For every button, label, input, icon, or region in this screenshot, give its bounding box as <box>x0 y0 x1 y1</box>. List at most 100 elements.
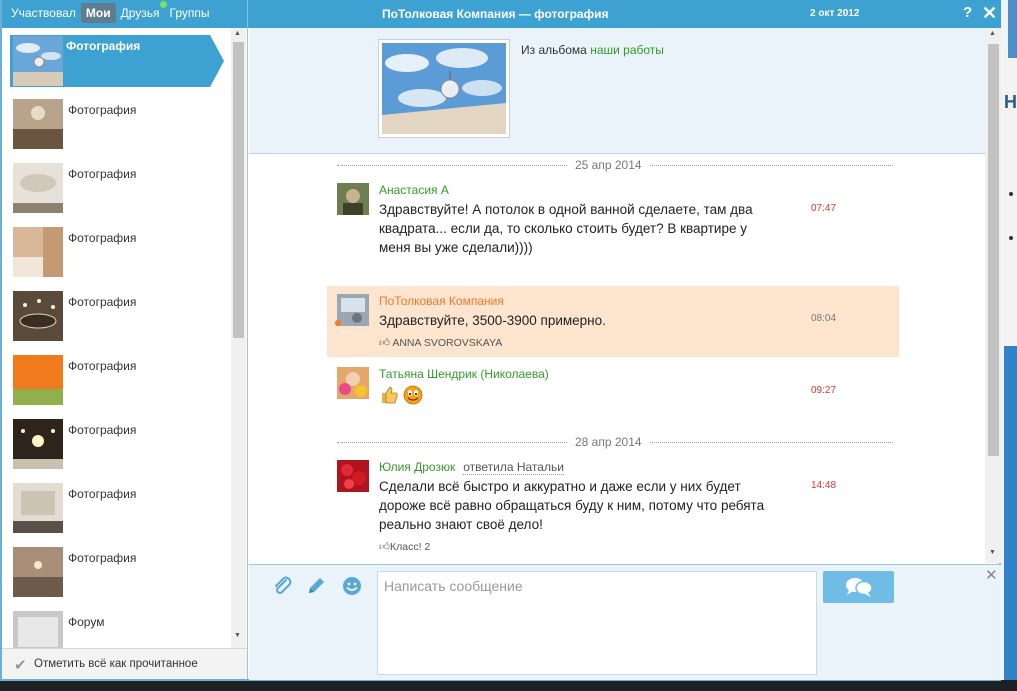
thumbnail <box>13 547 63 597</box>
scroll-down-icon[interactable]: ▼ <box>234 632 241 639</box>
tab-participated[interactable]: Участвовал <box>6 3 81 23</box>
reply-to-link[interactable]: ответила Натальи <box>463 460 564 475</box>
background-bottom <box>0 680 1017 691</box>
thumbnail <box>13 419 63 469</box>
message-time: 08:04 <box>811 313 837 324</box>
message-item: Татьяна Шендрик (Николаева) 09:27 <box>327 367 899 411</box>
tab-friends[interactable]: Друзья <box>116 1 167 23</box>
scroll-down-icon[interactable]: ▼ <box>989 549 996 556</box>
close-button[interactable]: ✕ <box>982 3 997 24</box>
message-item: Юлия Дрозюк ответила Натальи Сделали всё … <box>327 460 899 555</box>
message-author-meta: 👍︎ ANNA SVOROVSKAYA <box>379 336 502 349</box>
message-text: Здравствуйте, 3500-3900 примерно. <box>379 313 606 328</box>
conversation-pane: Из альбома наши работы 25 апр 2014 Анаст… <box>249 28 1001 563</box>
album-prefix: Из альбома <box>521 43 587 57</box>
list-scrollbar[interactable]: ▲ ▼ <box>231 28 246 648</box>
list-item-label: Фотография <box>68 551 137 565</box>
list-item[interactable]: Фотография <box>12 99 242 151</box>
thumbnail <box>13 355 63 405</box>
avatar[interactable] <box>337 367 369 399</box>
list-item[interactable]: Фотография <box>12 547 242 599</box>
list-item[interactable]: Фотография <box>12 419 242 471</box>
discussion-window: Участвовал Мои Друзья Группы ПоТолковая … <box>0 0 1001 681</box>
list-item[interactable]: Фотография <box>10 35 224 87</box>
scroll-thumb[interactable] <box>988 44 999 456</box>
mark-all-read-button[interactable]: ✔ Отметить всё как прочитанное <box>2 648 248 679</box>
message-text: Здравствуйте! А потолок в одной ванной с… <box>379 202 753 255</box>
list-item[interactable]: Фотография <box>12 355 242 407</box>
thumbnail <box>13 611 63 648</box>
scroll-up-icon[interactable]: ▲ <box>989 30 996 37</box>
conversation-scrollbar[interactable]: ▲ ▼ <box>985 28 1001 563</box>
album-header: Из альбома наши работы <box>249 28 986 154</box>
list-item[interactable]: Форум <box>12 611 242 648</box>
message-item: Анастасия А Здравствуйте! А потолок в од… <box>327 183 899 263</box>
date-label: 25 апр 2014 <box>567 158 650 172</box>
list-item[interactable]: Фотография <box>12 291 242 343</box>
bg-block <box>1004 346 1017 691</box>
avatar[interactable] <box>337 183 369 215</box>
avatar[interactable] <box>337 294 369 326</box>
photo-image <box>382 43 506 134</box>
smiley-icon[interactable] <box>341 575 363 597</box>
background-site: Н <box>1000 0 1017 691</box>
scroll-thumb[interactable] <box>233 42 244 338</box>
paperclip-icon[interactable] <box>271 575 293 597</box>
list-item-label: Фотография <box>68 359 137 373</box>
bg-block <box>1008 0 1017 58</box>
like-icon[interactable]: 👍︎ <box>379 337 390 349</box>
list-item-label: Фотография <box>68 423 137 437</box>
date-separator: 28 апр 2014 <box>337 435 893 449</box>
scroll-up-icon[interactable]: ▲ <box>234 30 241 37</box>
chat-bubbles-icon <box>846 578 873 597</box>
list-item[interactable]: Фотография <box>12 227 242 279</box>
employee-name: ANNA SVOROVSKAYA <box>392 337 503 349</box>
message-likes: 👍︎Класс! 2 <box>379 540 430 553</box>
message-text: Сделали всё быстро и аккуратно и даже ес… <box>379 479 765 532</box>
send-button[interactable] <box>823 571 894 603</box>
author-name[interactable]: Анастасия А <box>379 183 449 197</box>
window-date: 2 окт 2012 <box>810 8 860 19</box>
tab-mine[interactable]: Мои <box>80 3 116 23</box>
tab-groups[interactable]: Группы <box>165 3 215 23</box>
checkmark-icon: ✔ <box>14 657 27 674</box>
list-item-label: Форум <box>68 615 105 629</box>
thumbnail <box>13 99 63 149</box>
list-item-label: Фотография <box>68 231 137 245</box>
grin-emoji-icon <box>403 385 423 405</box>
thumbs-up-emoji-icon <box>382 386 398 404</box>
avatar[interactable] <box>337 460 369 492</box>
date-separator: 25 апр 2014 <box>337 158 893 172</box>
message-item-own: ПоТолковая Компания Здравствуйте, 3500-3… <box>327 286 899 357</box>
thumbnail <box>13 36 63 86</box>
message-time: 14:48 <box>811 480 837 491</box>
album-photo[interactable] <box>378 39 510 138</box>
list-item[interactable]: Фотография <box>12 483 242 535</box>
close-compose-icon[interactable]: ✕ <box>985 566 998 584</box>
mark-all-read-label: Отметить всё как прочитанное <box>34 658 198 670</box>
window-title: ПоТолковая Компания — фотография <box>382 7 609 21</box>
compose-area: ✕ <box>249 564 1001 680</box>
album-source: Из альбома наши работы <box>521 43 664 57</box>
thumbnail <box>13 227 63 277</box>
author-name[interactable]: ПоТолковая Компания <box>379 294 504 308</box>
help-button[interactable]: ? <box>963 4 972 21</box>
discussion-tabs: Участвовал Мои Друзья Группы <box>6 1 215 23</box>
message-input[interactable] <box>377 571 817 675</box>
list-item-label: Фотография <box>68 295 137 309</box>
thumbnail <box>13 163 63 213</box>
author-name[interactable]: Юлия Дрозюк ответила Натальи <box>379 460 564 475</box>
like-icon[interactable]: 👍︎ <box>379 541 390 553</box>
message-time: 09:27 <box>811 385 837 396</box>
list-item-label: Фотография <box>66 39 141 53</box>
thumbnail <box>13 291 63 341</box>
author-name-text: Юлия Дрозюк <box>379 460 456 474</box>
bg-bullet <box>1009 236 1013 240</box>
thumbnail <box>13 483 63 533</box>
list-item[interactable]: Фотография <box>12 163 242 215</box>
pencil-icon[interactable] <box>305 575 327 597</box>
title-bar: Участвовал Мои Друзья Группы ПоТолковая … <box>2 0 1001 28</box>
list-item-label: Фотография <box>68 487 137 501</box>
album-link[interactable]: наши работы <box>590 43 664 57</box>
author-name[interactable]: Татьяна Шендрик (Николаева) <box>379 367 549 381</box>
